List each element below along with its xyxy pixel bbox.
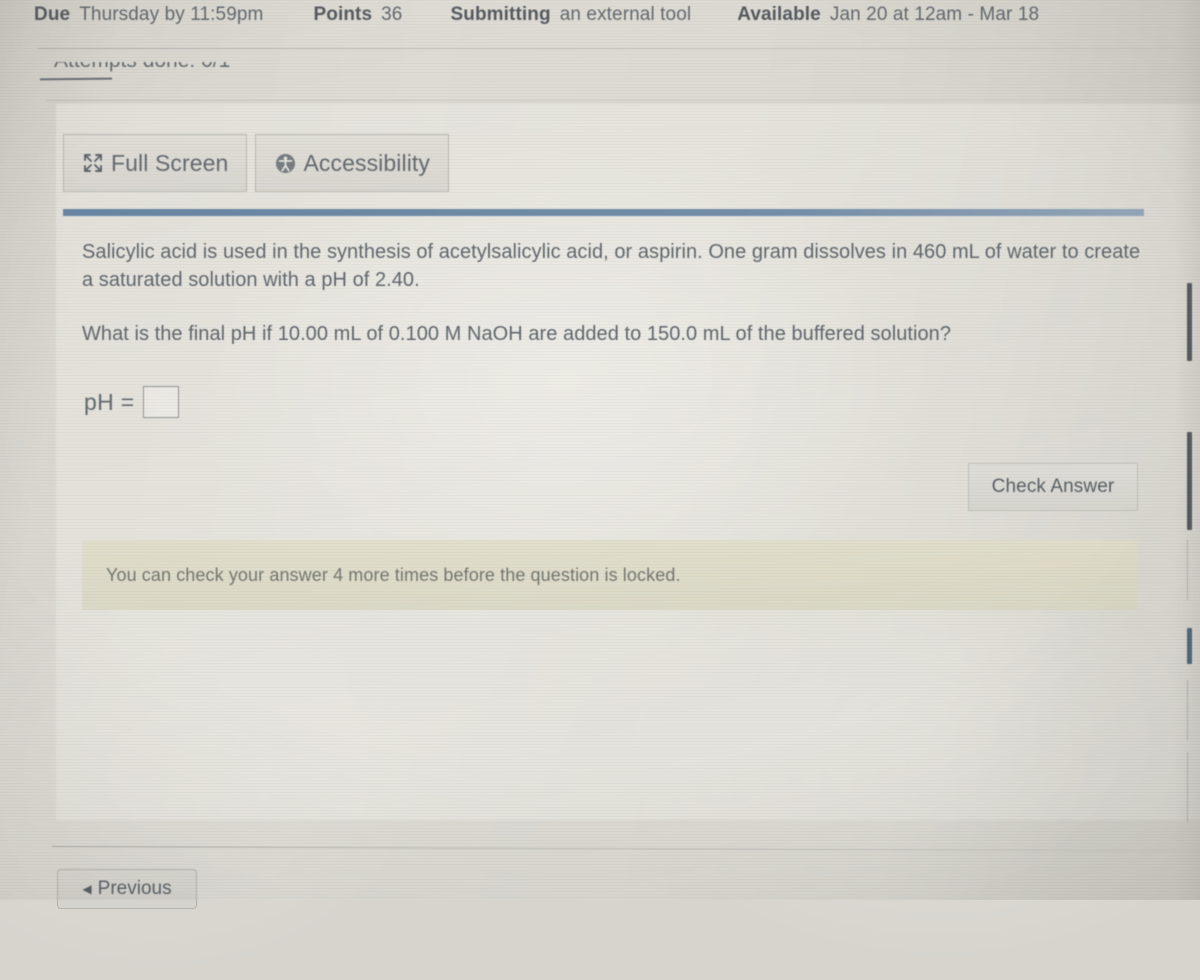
edge-tick-one <box>1187 540 1188 600</box>
meta-submitting: Submitting an external tool <box>450 4 691 26</box>
attempts-divider <box>46 100 1200 101</box>
assignment-meta-header: Due Thursday by 11:59pm Points 36 Submit… <box>0 0 1200 42</box>
previous-button[interactable]: ◀ Previous <box>57 869 197 909</box>
check-answer-button[interactable]: Check Answer <box>968 463 1138 511</box>
meta-submitting-label: Submitting <box>450 4 551 25</box>
meta-points-value: 36 <box>381 4 403 25</box>
answer-input-row: pH = <box>84 386 180 418</box>
footer-divider <box>51 846 1200 852</box>
meta-due-value: Thursday by 11:59pm <box>79 4 264 25</box>
question-text-body: Salicylic acid is used in the synthesis … <box>82 238 1142 374</box>
meta-due-label: Due <box>34 4 71 25</box>
accessibility-button-label: Accessibility <box>303 149 430 176</box>
ph-answer-input[interactable] <box>143 386 180 418</box>
meta-points-label: Points <box>313 4 373 25</box>
right-edge-scrollbar-region[interactable] <box>1174 0 1200 900</box>
meta-available-label: Available <box>737 4 821 25</box>
accessibility-button[interactable]: Accessibility <box>255 134 449 192</box>
caret-left-icon: ◀ <box>82 882 92 896</box>
header-divider <box>38 48 1200 49</box>
attempts-status-text: Attempts done: 0/1 <box>54 62 230 73</box>
meta-points: Points 36 <box>313 4 402 26</box>
meta-submitting-value: an external tool <box>559 4 692 25</box>
meta-available-value: Jan 20 at 12am - Mar 18 <box>829 4 1040 25</box>
question-paragraph-2: What is the final pH if 10.00 mL of 0.10… <box>82 323 952 345</box>
meta-due: Due Thursday by 11:59pm <box>34 4 263 26</box>
previous-button-label: Previous <box>97 878 172 899</box>
edge-tick-three <box>1187 752 1188 822</box>
attempts-remaining-notice: You can check your answer 4 more times b… <box>82 540 1137 610</box>
accessibility-person-icon <box>274 152 296 174</box>
full-screen-button-label: Full Screen <box>111 149 229 176</box>
scrollbar-mark-middle[interactable] <box>1187 432 1192 530</box>
question-toolbar: Full Screen Accessibility <box>63 134 449 192</box>
question-paragraph-1: Salicylic acid is used in the synthesis … <box>82 241 1141 291</box>
scrollbar-mark-upper[interactable] <box>1187 283 1192 361</box>
full-screen-button[interactable]: Full Screen <box>63 134 248 192</box>
expand-arrows-icon <box>82 152 104 174</box>
attempts-status: Attempts done: 0/1 <box>42 62 462 88</box>
meta-available: Available Jan 20 at 12am - Mar 18 <box>737 4 1039 26</box>
scrollbar-mark-lower[interactable] <box>1187 628 1192 664</box>
screen-surface: Due Thursday by 11:59pm Points 36 Submit… <box>0 0 1200 980</box>
edge-tick-two <box>1187 680 1188 740</box>
ph-label: pH = <box>84 388 135 415</box>
accent-bar <box>63 209 1144 216</box>
attempts-remaining-notice-text: You can check your answer 4 more times b… <box>106 564 681 585</box>
